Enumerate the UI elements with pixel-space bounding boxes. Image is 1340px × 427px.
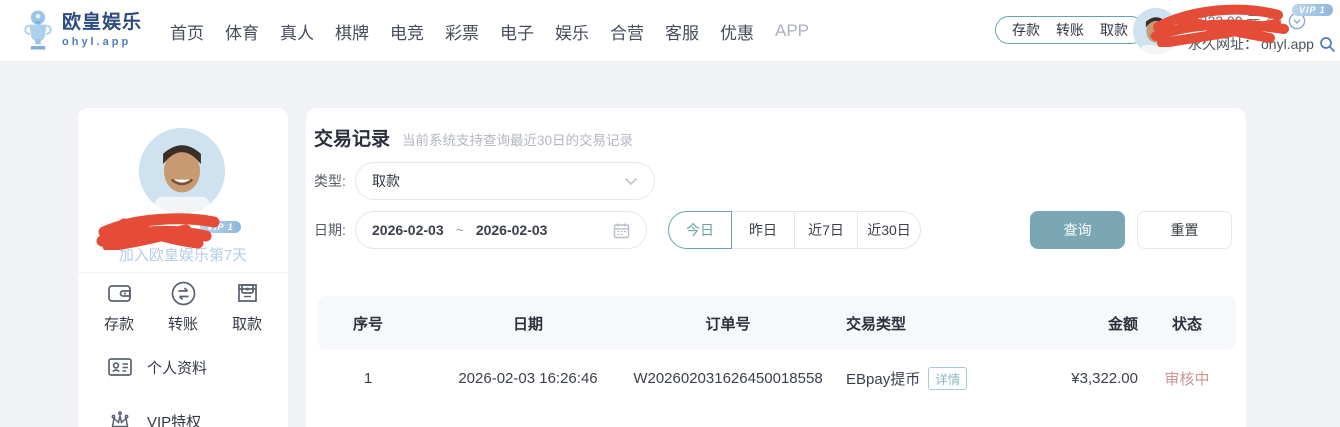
nav-item-partnership[interactable]: 合营 xyxy=(610,19,644,44)
nav-item-lottery[interactable]: 彩票 xyxy=(445,19,479,44)
date-filter-row: 日期: 2026-02-03 ~ 2026-02-03 今日 昨日 近7日 近3… xyxy=(314,211,1232,249)
transactions-panel: 交易记录 当前系统支持查询最近30日的交易记录 类型: 取款 日期: 2026-… xyxy=(306,108,1246,427)
range-30days-button[interactable]: 近30日 xyxy=(857,211,921,249)
search-icon[interactable] xyxy=(1319,36,1336,53)
vip-badge: VIP 1 xyxy=(200,221,241,233)
nav-item-app[interactable]: APP xyxy=(775,21,809,41)
sidebar-withdraw-button[interactable]: 取款 xyxy=(218,280,276,334)
quick-action-label: 存款 xyxy=(104,313,134,334)
nav-item-live[interactable]: 真人 xyxy=(280,19,314,44)
crown-icon xyxy=(107,408,133,427)
quick-action-label: 转账 xyxy=(168,313,198,334)
type-select-value: 取款 xyxy=(372,171,624,191)
transactions-table: 序号 日期 订单号 交易类型 金额 状态 1 2026-02-03 16:26:… xyxy=(318,296,1236,406)
date-separator: ~ xyxy=(456,222,464,238)
nav-item-board[interactable]: 棋牌 xyxy=(335,19,369,44)
permanent-url-value: ohyl.app xyxy=(1261,36,1314,52)
nav-item-promo[interactable]: 优惠 xyxy=(720,19,754,44)
type-label: 类型: xyxy=(314,171,355,191)
nav-item-esports[interactable]: 电竞 xyxy=(390,19,424,44)
cell-type: EBpay提币 详情 xyxy=(818,367,1008,390)
nav-item-home[interactable]: 首页 xyxy=(170,19,204,44)
eye-icon[interactable] xyxy=(1266,15,1282,27)
date-range-picker[interactable]: 2026-02-03 ~ 2026-02-03 xyxy=(355,211,647,249)
detail-button[interactable]: 详情 xyxy=(928,367,967,390)
cell-amount: ¥3,322.00 xyxy=(1008,370,1138,387)
main-nav: 首页 体育 真人 棋牌 电竞 彩票 电子 娱乐 合营 客服 优惠 APP xyxy=(170,0,809,62)
panel-title-row: 交易记录 当前系统支持查询最近30日的交易记录 xyxy=(314,124,633,151)
date-label: 日期: xyxy=(314,220,355,240)
sidebar-item-label: 个人资料 xyxy=(147,357,207,378)
type-select[interactable]: 取款 xyxy=(355,162,655,200)
id-card-icon xyxy=(107,354,133,380)
page: 欧皇娱乐 ohyl.app 首页 体育 真人 棋牌 电竞 彩票 电子 娱乐 合营… xyxy=(0,0,1340,427)
table-row: 1 2026-02-03 16:26:46 W20260203162645001… xyxy=(318,350,1236,406)
status-badge: 审核中 xyxy=(1138,368,1236,389)
sidebar-item-profile[interactable]: 个人资料 xyxy=(107,354,207,380)
user-avatar[interactable] xyxy=(1133,8,1179,54)
transfer-icon xyxy=(170,280,197,307)
col-header-date: 日期 xyxy=(418,313,638,334)
cell-order-no: W202602031626450018558 xyxy=(638,370,818,387)
brand-name: 欧皇娱乐 xyxy=(62,12,142,34)
quick-actions: 存款 转账 xyxy=(90,280,276,334)
withdraw-button[interactable]: 取款 xyxy=(1100,20,1128,40)
page-subtitle: 当前系统支持查询最近30日的交易记录 xyxy=(402,129,633,149)
user-balance: 3,322.00 元 xyxy=(1188,11,1260,31)
wallet-icon xyxy=(106,280,133,307)
date-from-input[interactable]: 2026-02-03 xyxy=(372,222,444,238)
top-header: 欧皇娱乐 ohyl.app 首页 体育 真人 棋牌 电竞 彩票 电子 娱乐 合营… xyxy=(0,0,1340,62)
chevron-down-icon xyxy=(624,177,638,186)
atm-icon xyxy=(234,280,261,307)
sidebar-deposit-button[interactable]: 存款 xyxy=(90,280,148,334)
profile-sidebar: VIP 1 加入欧皇娱乐第7天 xyxy=(78,108,288,427)
col-header-type: 交易类型 xyxy=(818,313,1008,334)
vip-badge: VIP 1 xyxy=(1292,4,1333,16)
permanent-url-label: 永久网址： xyxy=(1188,34,1258,54)
col-header-order: 订单号 xyxy=(638,313,818,334)
nav-item-slots[interactable]: 电子 xyxy=(500,19,534,44)
quick-action-label: 取款 xyxy=(232,313,262,334)
page-title: 交易记录 xyxy=(314,124,390,151)
nav-item-entertainment[interactable]: 娱乐 xyxy=(555,19,589,44)
nav-item-sports[interactable]: 体育 xyxy=(225,19,259,44)
range-yesterday-button[interactable]: 昨日 xyxy=(731,211,795,249)
trophy-icon xyxy=(22,9,54,51)
table-header-row: 序号 日期 订单号 交易类型 金额 状态 xyxy=(318,296,1236,350)
range-today-button[interactable]: 今日 xyxy=(668,211,732,249)
transfer-button[interactable]: 转账 xyxy=(1056,20,1084,40)
quick-range-group: 今日 昨日 近7日 近30日 xyxy=(668,211,921,249)
nav-item-service[interactable]: 客服 xyxy=(665,19,699,44)
col-header-amount: 金额 xyxy=(1008,313,1138,334)
date-to-input[interactable]: 2026-02-03 xyxy=(476,222,548,238)
wallet-actions-pill: 存款 转账 取款 xyxy=(995,16,1145,44)
transaction-type-text: EBpay提币 xyxy=(846,368,920,389)
sidebar-transfer-button[interactable]: 转账 xyxy=(154,280,212,334)
brand-logo[interactable]: 欧皇娱乐 ohyl.app xyxy=(22,9,142,51)
brand-domain: ohyl.app xyxy=(62,36,142,48)
profile-avatar[interactable] xyxy=(139,128,225,214)
cell-index: 1 xyxy=(318,370,418,387)
sidebar-item-label: VIP特权 xyxy=(147,411,201,427)
range-7days-button[interactable]: 近7日 xyxy=(794,211,858,249)
col-header-status: 状态 xyxy=(1138,313,1236,334)
divider xyxy=(78,272,288,273)
sidebar-item-vip[interactable]: VIP特权 xyxy=(107,408,201,427)
join-days-text: 加入欧皇娱乐第7天 xyxy=(78,244,288,265)
calendar-icon[interactable] xyxy=(613,222,630,239)
type-filter-row: 类型: 取款 xyxy=(314,162,1232,200)
deposit-button[interactable]: 存款 xyxy=(1012,20,1040,40)
reset-button[interactable]: 重置 xyxy=(1137,211,1232,249)
col-header-index: 序号 xyxy=(318,313,418,334)
search-button[interactable]: 查询 xyxy=(1030,211,1125,249)
cell-date: 2026-02-03 16:26:46 xyxy=(418,370,638,387)
permanent-url-row: 永久网址： ohyl.app xyxy=(1188,33,1336,55)
